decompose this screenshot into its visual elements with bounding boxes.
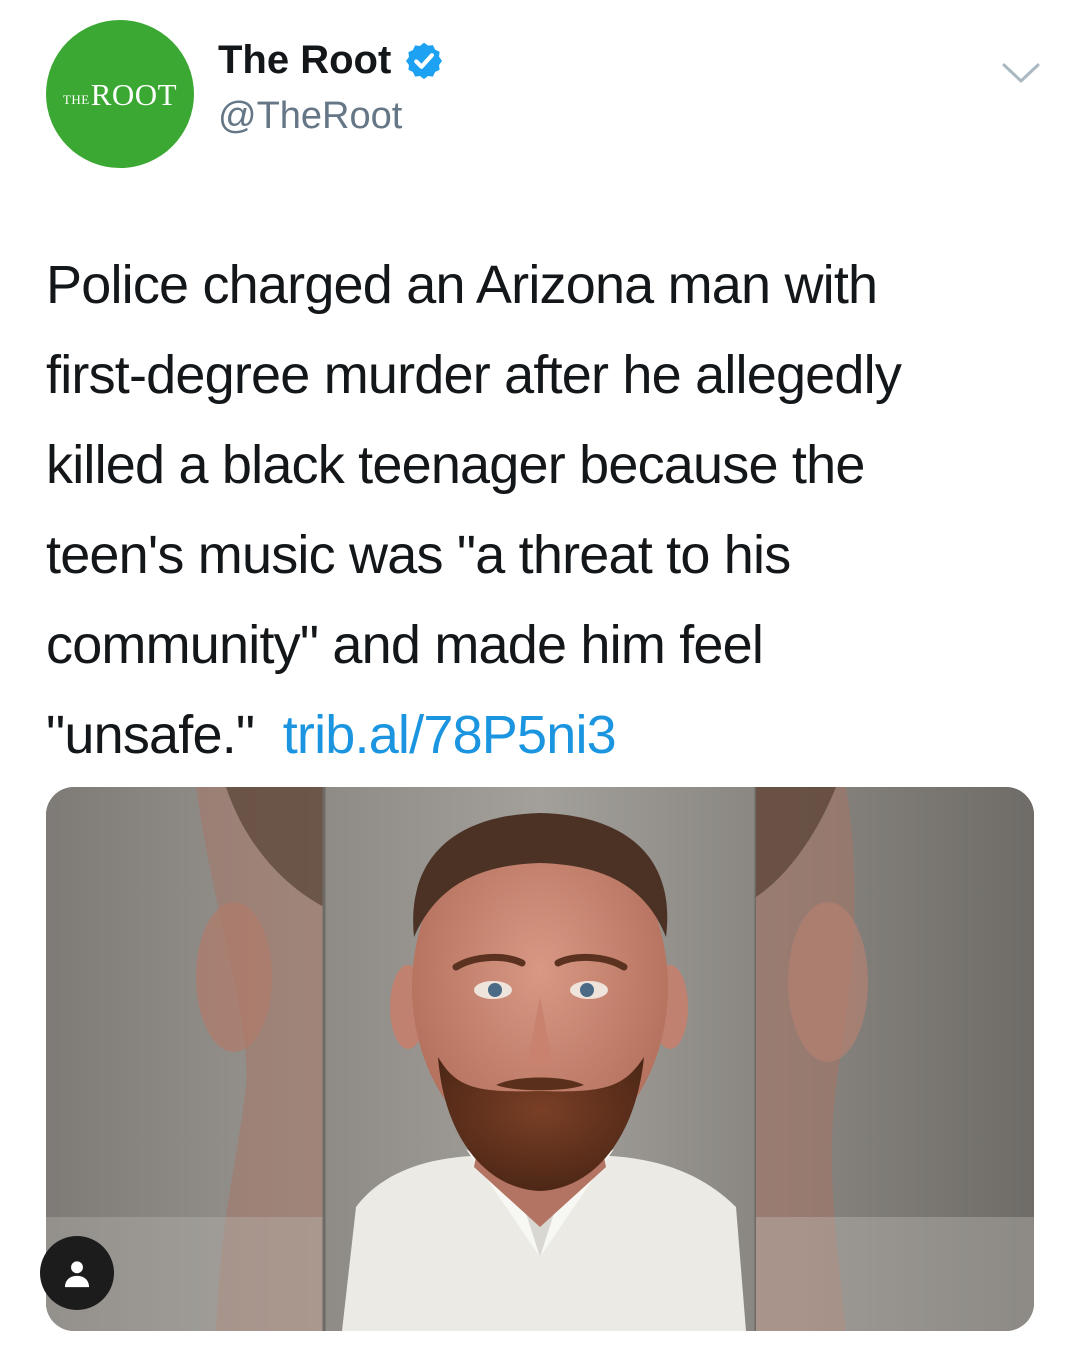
author-name-row: The Root (218, 38, 445, 83)
tweet-text-segment: "unsafe." (46, 705, 255, 765)
tweet-text-line: killed a black teenager because the (46, 435, 865, 495)
display-name[interactable]: The Root (218, 38, 391, 83)
tweet-link[interactable]: trib.al/78P5ni3 (283, 705, 617, 765)
mugshot-image (46, 787, 1034, 1331)
tweet-text: Police charged an Arizona man with first… (46, 240, 1046, 780)
verified-badge-icon (406, 42, 443, 79)
handle[interactable]: @TheRoot (218, 95, 402, 138)
person-icon (64, 1261, 90, 1288)
tweet-text-line: Police charged an Arizona man with (46, 255, 878, 315)
tweet-text-line: teen's music was "a threat to his (46, 525, 791, 585)
the-root-logo: THE ROOT (62, 76, 178, 112)
tweet-text-last-line: "unsafe." trib.al/78P5ni3 (46, 690, 1046, 780)
tweet-text-line: community" and made him feel (46, 615, 764, 675)
avatar[interactable]: THE ROOT (46, 20, 194, 168)
tweet-photo[interactable] (46, 787, 1034, 1331)
user-tag-icon[interactable] (40, 1236, 114, 1310)
chevron-down-icon[interactable] (1000, 60, 1042, 86)
tweet-text-line: first-degree murder after he allegedly (46, 345, 902, 405)
